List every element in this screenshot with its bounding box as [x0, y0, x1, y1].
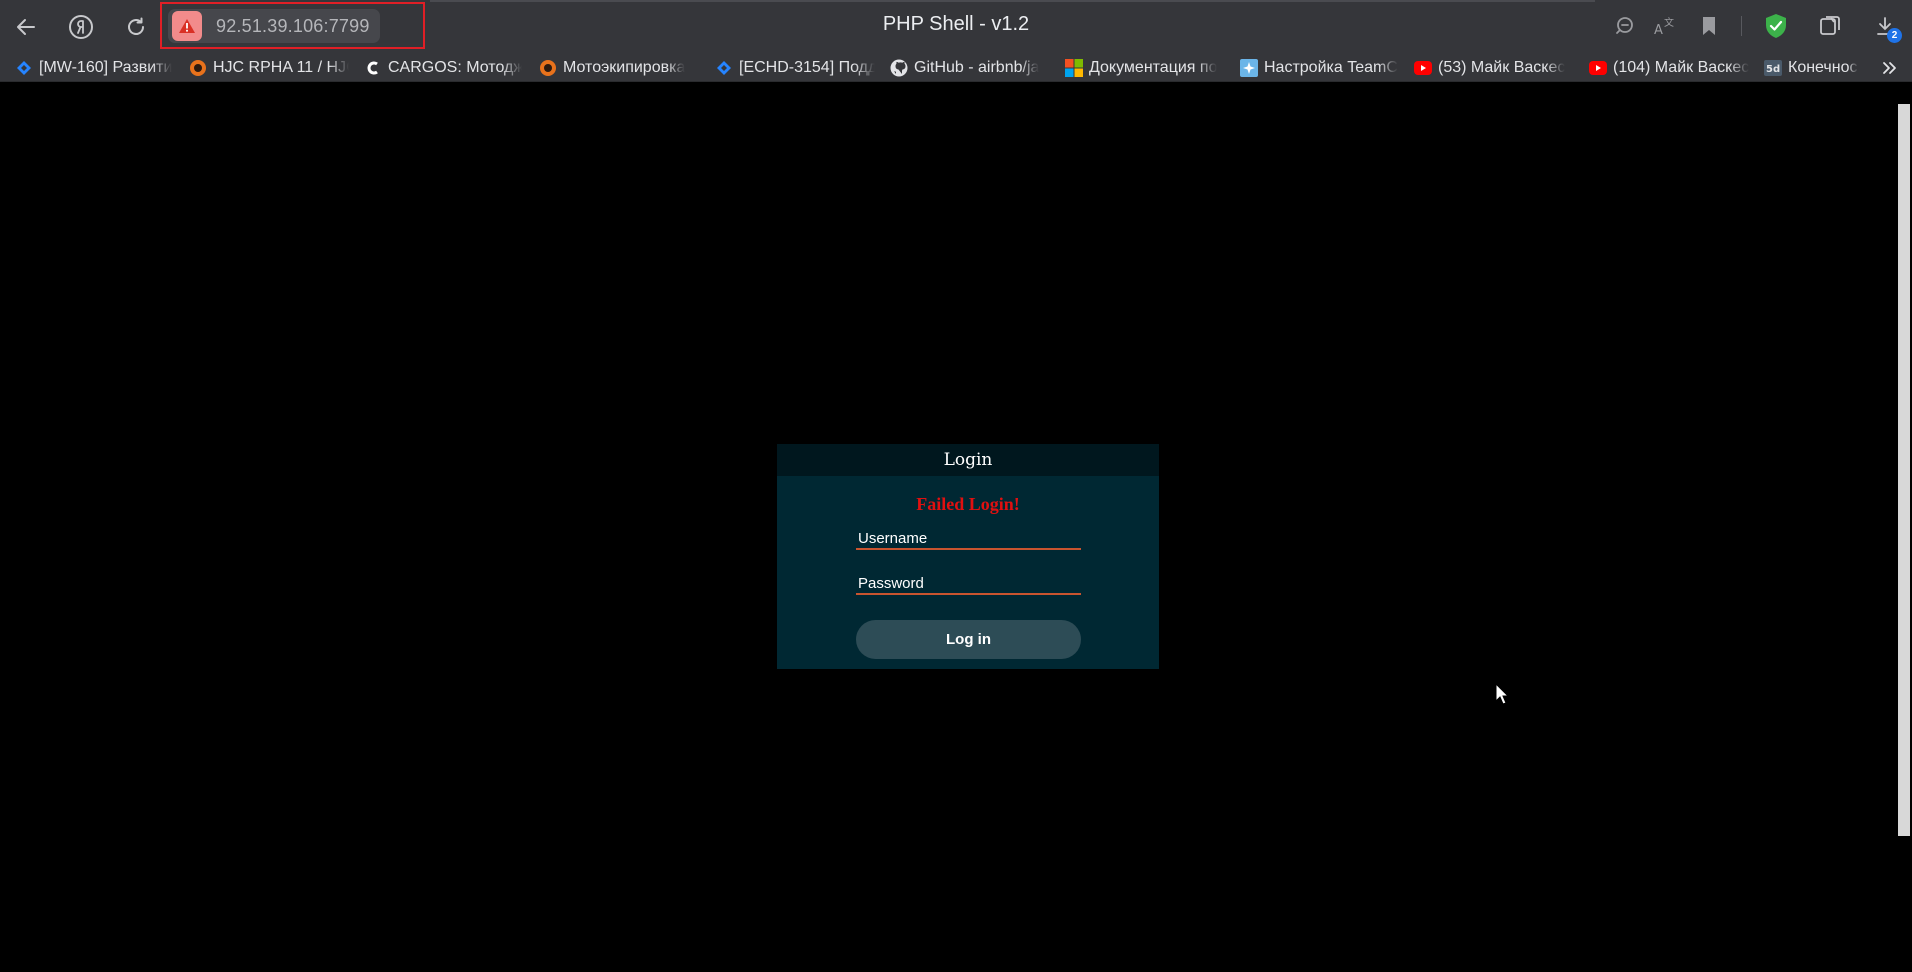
- toolbar-separator: [1741, 16, 1742, 36]
- youtube-icon: [1414, 59, 1432, 77]
- tab-strip-accent: [430, 0, 1595, 2]
- reload-icon: [128, 17, 144, 35]
- browser-toolbar: 92.51.39.106:7799 PHP Shell - v1.2 A文 2: [0, 0, 1912, 53]
- downloads-count-badge: 2: [1887, 28, 1902, 43]
- back-button[interactable]: [9, 10, 43, 44]
- back-icon: [17, 19, 35, 35]
- address-bar[interactable]: 92.51.39.106:7799: [168, 9, 380, 43]
- bookmark-item[interactable]: [ECHD-3154] Подд: [715, 56, 875, 79]
- zoom-out-icon: [1616, 17, 1633, 34]
- translate-button[interactable]: A文: [1650, 11, 1680, 41]
- scrollbar-thumb[interactable]: [1898, 104, 1910, 836]
- collections-button[interactable]: [1815, 11, 1845, 41]
- moto-icon: [189, 59, 207, 77]
- bookmarks-overflow-button[interactable]: [1878, 56, 1900, 79]
- bookmark-icon: [1703, 17, 1715, 35]
- bookmark-label: (53) Майк Васкес: [1438, 58, 1566, 76]
- bookmark-item[interactable]: Настройка TeamC: [1240, 56, 1398, 79]
- bookmark-label: [ECHD-3154] Подд: [739, 58, 875, 76]
- login-error-message: Failed Login!: [916, 494, 1020, 514]
- bookmark-label: Настройка TeamC: [1264, 58, 1398, 76]
- username-placeholder: Username: [858, 530, 928, 547]
- jira-icon: [715, 59, 733, 77]
- bookmark-item[interactable]: CARGOS: Мотодж: [364, 56, 522, 79]
- collections-icon: [1820, 16, 1840, 35]
- downloads-button[interactable]: 2: [1870, 11, 1902, 43]
- teamcity-icon: [1240, 58, 1258, 77]
- bookmark-item[interactable]: 5d Конечнос: [1764, 56, 1864, 79]
- svg-text:A: A: [1654, 23, 1663, 37]
- cargos-icon: [364, 59, 382, 77]
- reload-button[interactable]: [119, 10, 153, 44]
- bookmark-item[interactable]: (53) Майк Васкес: [1414, 56, 1574, 79]
- login-heading: Login: [777, 444, 1159, 476]
- bookmark-label: GitHub - airbnb/ja: [914, 58, 1040, 76]
- translate-icon: A文: [1654, 16, 1674, 37]
- 5d-icon: 5d: [1764, 59, 1782, 77]
- username-field[interactable]: Username: [856, 528, 1081, 550]
- bookmark-item[interactable]: HJC RPHA 11 / HJC: [189, 56, 349, 79]
- microsoft-icon: [1065, 58, 1083, 77]
- yandex-icon: [69, 15, 93, 39]
- address-text: 92.51.39.106:7799: [216, 15, 370, 36]
- mouse-cursor-icon: [1495, 683, 1509, 705]
- bookmark-label: Мотоэкипировка: [563, 58, 686, 76]
- shield-icon: [1766, 14, 1786, 38]
- login-button[interactable]: Log in: [856, 620, 1081, 659]
- login-form: Login Failed Login! Username Password Lo…: [777, 444, 1159, 669]
- svg-text:文: 文: [1664, 16, 1674, 29]
- bookmarks-bar: [MW-160] Развити HJC RPHA 11 / HJC CARGO…: [0, 53, 1912, 82]
- bookmark-item[interactable]: (104) Майк Васкес: [1589, 56, 1749, 79]
- zoom-out-button[interactable]: [1610, 11, 1640, 41]
- bookmark-label: Документация по: [1089, 58, 1218, 76]
- security-warning-button[interactable]: [172, 11, 202, 41]
- bookmark-item[interactable]: GitHub - airbnb/ja: [890, 56, 1050, 79]
- yandex-button[interactable]: [64, 10, 98, 44]
- bookmark-button[interactable]: [1694, 11, 1724, 41]
- protect-button[interactable]: [1761, 11, 1791, 41]
- svg-text:5d: 5d: [1766, 64, 1780, 75]
- bookmark-item[interactable]: Документация по: [1065, 56, 1225, 79]
- security-warning-icon: [179, 19, 195, 33]
- page-scrollbar[interactable]: [1896, 82, 1912, 972]
- password-placeholder: Password: [858, 575, 924, 592]
- bookmark-label: (104) Майк Васкес: [1613, 58, 1749, 76]
- bookmark-label: [MW-160] Развити: [39, 58, 173, 76]
- youtube-icon: [1589, 59, 1607, 77]
- github-icon: [890, 59, 908, 77]
- jira-icon: [15, 59, 33, 77]
- bookmark-label: HJC RPHA 11 / HJC: [213, 58, 349, 76]
- bookmark-label: CARGOS: Мотодж: [388, 58, 522, 76]
- bookmark-item[interactable]: Мотоэкипировка: [539, 56, 695, 79]
- password-field[interactable]: Password: [856, 573, 1081, 595]
- bookmark-label: Конечнос: [1788, 58, 1858, 76]
- bookmark-item[interactable]: [MW-160] Развити: [15, 56, 175, 79]
- moto-icon: [539, 59, 557, 77]
- double-chevron-right-icon: [1883, 61, 1896, 74]
